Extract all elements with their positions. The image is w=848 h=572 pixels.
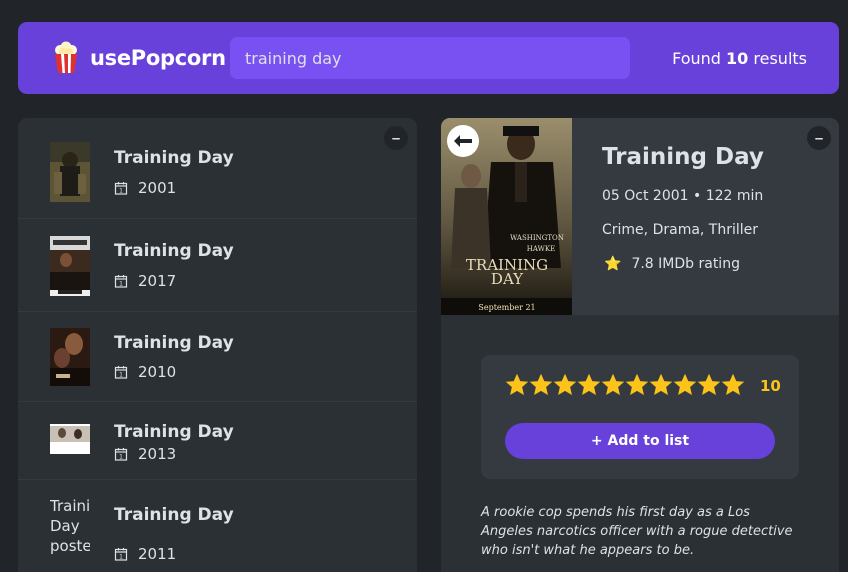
movie-year-text: 2013 (138, 445, 177, 463)
user-rating-box: 10 + Add to list (481, 355, 799, 479)
details-toggle-button[interactable]: – (807, 126, 831, 150)
movie-title: Training Day (114, 333, 234, 353)
results-suffix: results (753, 48, 807, 68)
svg-text:HAWKE: HAWKE (527, 245, 555, 253)
rating-star-icon[interactable] (673, 373, 697, 397)
results-number: 10 (726, 48, 749, 68)
details-title: Training Day (602, 144, 764, 170)
calendar-icon: 1 (114, 182, 128, 195)
svg-text:1: 1 (119, 188, 123, 195)
app-name: usePopcorn (90, 46, 226, 70)
results-prefix: Found (672, 48, 721, 68)
logo: usePopcorn (52, 41, 228, 75)
arrow-left-icon (454, 135, 472, 147)
movie-year: 1 2011 (114, 545, 176, 563)
movie-details-box: – WASHINGTON HAWKE TRAINING DAY Septembe… (441, 118, 839, 572)
movie-plot: A rookie cop spends his first day as a L… (481, 505, 793, 558)
movie-year-text: 2010 (138, 363, 177, 381)
star-icon: ⭐ (604, 256, 622, 272)
svg-text:1: 1 (119, 454, 123, 461)
popcorn-icon (55, 41, 77, 73)
svg-text:1: 1 (119, 281, 123, 288)
svg-text:1: 1 (119, 372, 123, 379)
movie-poster (50, 236, 90, 296)
calendar-icon: 1 (114, 548, 128, 561)
calendar-icon: 1 (114, 275, 128, 288)
movie-year-text: 2011 (138, 545, 177, 563)
details-date-runtime: 05 Oct 2001 • 122 min (602, 188, 764, 204)
rating-star-icon[interactable] (601, 373, 625, 397)
movie-title: Training Day (114, 148, 234, 168)
details-genre: Crime, Drama, Thriller (602, 222, 759, 238)
details-header: WASHINGTON HAWKE TRAINING DAY September … (441, 118, 839, 315)
imdb-rating-text: 7.8 IMDb rating (631, 256, 740, 272)
nav-bar: usePopcorn Found 10 results (18, 22, 839, 94)
movie-poster (50, 142, 90, 202)
rating-star-icon[interactable] (529, 373, 553, 397)
rating-star-icon[interactable] (625, 373, 649, 397)
rating-star-icon[interactable] (577, 373, 601, 397)
movie-title: Training Day (114, 505, 234, 525)
add-to-list-button[interactable]: + Add to list (505, 423, 775, 459)
movie-poster (50, 328, 90, 386)
broken-poster-image: Training Day poster (50, 496, 90, 556)
svg-text:1: 1 (119, 554, 123, 561)
rating-star-icon[interactable] (505, 373, 529, 397)
movie-list-item[interactable]: Training Day 1 2013 (18, 402, 417, 480)
svg-text:WASHINGTON: WASHINGTON (510, 234, 564, 242)
movie-title: Training Day (114, 422, 234, 442)
movie-year: 1 2001 (114, 179, 176, 197)
movie-list-item[interactable]: Training Day 1 2017 (18, 219, 417, 312)
back-button[interactable] (447, 125, 479, 157)
rating-star-icon[interactable] (649, 373, 673, 397)
poster-alt-text: Training Day poster (50, 497, 90, 555)
rating-star-icon[interactable] (721, 373, 745, 397)
movie-list-box: – Training Day 1 2001 Training Day 1 201… (18, 118, 417, 572)
movie-year-text: 2001 (138, 179, 177, 197)
rating-star-icon[interactable] (553, 373, 577, 397)
movie-year: 1 2017 (114, 272, 176, 290)
calendar-icon: 1 (114, 448, 128, 461)
movie-list-item[interactable]: Training Day poster Training Day 1 2011 (18, 480, 417, 572)
movie-list-item[interactable]: Training Day 1 2010 (18, 312, 417, 402)
movie-year-text: 2017 (138, 272, 177, 290)
star-rating-value: 10 (760, 377, 781, 395)
movie-year: 1 2010 (114, 363, 176, 381)
movie-list-item[interactable]: Training Day 1 2001 (18, 118, 417, 219)
calendar-icon: 1 (114, 366, 128, 379)
svg-text:DAY: DAY (491, 270, 524, 288)
movie-title: Training Day (114, 241, 234, 261)
svg-text:September 21: September 21 (478, 303, 535, 312)
search-input[interactable] (230, 37, 630, 79)
list-toggle-button[interactable]: – (384, 126, 408, 150)
rating-star-icon[interactable] (697, 373, 721, 397)
movie-year: 1 2013 (114, 445, 176, 463)
star-rating[interactable] (505, 373, 745, 397)
movie-poster (50, 424, 90, 454)
details-imdb-rating: ⭐ 7.8 IMDb rating (604, 256, 740, 272)
results-count: Found 10 results (672, 49, 807, 68)
